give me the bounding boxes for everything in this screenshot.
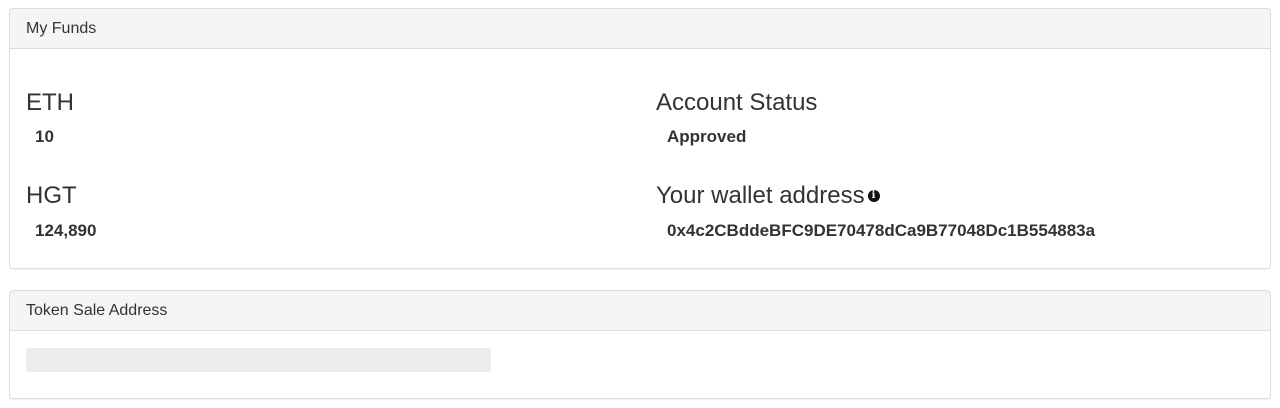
token-sale-panel: Token Sale Address (9, 290, 1271, 399)
wallet-address-label: Your wallet address (656, 182, 865, 209)
my-funds-heading: My Funds (10, 9, 1270, 49)
hgt-label: HGT (26, 182, 77, 209)
wallet-address-heading: Your wallet address i (656, 182, 880, 210)
eth-balance: 10 (35, 127, 54, 146)
my-funds-panel: My Funds ETH 10 HGT 124,890 Account Stat… (9, 8, 1271, 269)
account-status-label: Account Status (656, 89, 818, 116)
eth-label: ETH (26, 89, 74, 116)
wallet-address-value: 0x4c2CBddeBFC9DE70478dCa9B77048Dc1B55488… (667, 221, 1096, 240)
token-sale-heading: Token Sale Address (10, 291, 1270, 331)
token-sale-address-placeholder (26, 348, 491, 372)
info-circle-icon[interactable]: i (867, 189, 880, 202)
account-status-value: Approved (667, 127, 747, 146)
hgt-balance: 124,890 (35, 221, 97, 240)
